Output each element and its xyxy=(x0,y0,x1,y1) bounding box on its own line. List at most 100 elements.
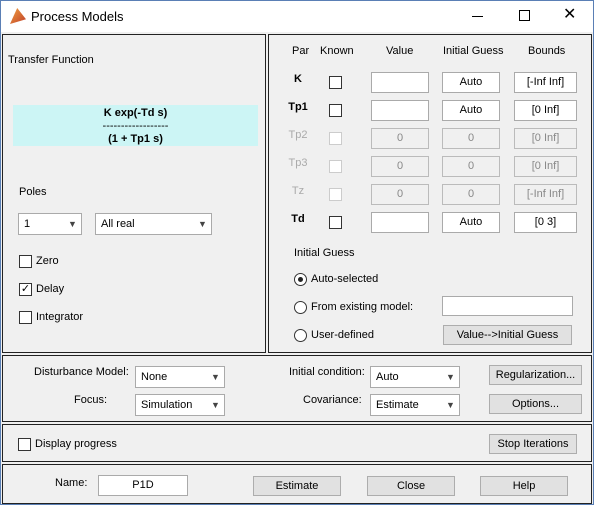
model-name-input[interactable]: P1D xyxy=(98,475,188,496)
auto-selected-label: Auto-selected xyxy=(311,273,379,285)
from-existing-model-radio[interactable] xyxy=(294,301,307,314)
param-bounds-input: [0 Inf] xyxy=(514,156,577,177)
from-existing-model-label: From existing model: xyxy=(311,301,414,313)
transfer-function-heading: Transfer Function xyxy=(8,54,94,66)
param-name: Tz xyxy=(291,185,305,197)
value-to-initial-guess-button[interactable]: Value-->Initial Guess xyxy=(443,325,572,345)
param-known-checkbox xyxy=(329,188,342,201)
display-progress-label: Display progress xyxy=(35,438,117,450)
poles-type-value: All real xyxy=(101,218,135,230)
param-known-checkbox[interactable] xyxy=(329,104,342,117)
process-models-window: Process Models ✕ Transfer Function K exp… xyxy=(0,0,594,505)
param-initial-guess-input[interactable]: Auto xyxy=(442,212,500,233)
user-defined-label: User-defined xyxy=(311,329,374,341)
param-bounds-input: [0 Inf] xyxy=(514,128,577,149)
transfer-function-display: K exp(-Td s) ------------------ (1 + Tp1… xyxy=(13,105,258,146)
progress-panel: Display progress Stop Iterations xyxy=(2,424,592,462)
integrator-label: Integrator xyxy=(36,311,84,323)
poles-count-select[interactable]: 1 ▼ xyxy=(18,213,82,235)
covariance-label: Covariance: xyxy=(303,394,362,406)
param-known-checkbox xyxy=(329,132,342,145)
poles-type-select[interactable]: All real ▼ xyxy=(95,213,212,235)
param-value-input: 0 xyxy=(371,184,429,205)
param-initial-guess-input[interactable]: Auto xyxy=(442,100,500,121)
chevron-down-icon: ▼ xyxy=(211,372,220,382)
header-initial-guess: Initial Guess xyxy=(443,45,504,57)
covariance-value: Estimate xyxy=(376,399,419,411)
param-name: Tp3 xyxy=(288,157,308,169)
estimate-button[interactable]: Estimate xyxy=(253,476,341,496)
covariance-select[interactable]: Estimate ▼ xyxy=(370,394,460,416)
user-defined-radio[interactable] xyxy=(294,329,307,342)
title-bar: Process Models ✕ xyxy=(1,1,593,32)
poles-label: Poles xyxy=(19,186,47,198)
close-icon[interactable]: ✕ xyxy=(563,4,576,24)
param-known-checkbox xyxy=(329,160,342,173)
chevron-down-icon: ▼ xyxy=(68,219,77,229)
existing-model-input[interactable] xyxy=(442,296,573,316)
disturbance-model-label: Disturbance Model: xyxy=(34,366,129,378)
param-initial-guess-input[interactable]: Auto xyxy=(442,72,500,93)
header-value: Value xyxy=(386,45,414,57)
param-value-input[interactable] xyxy=(371,100,429,121)
param-initial-guess-input: 0 xyxy=(442,184,500,205)
zero-checkbox[interactable] xyxy=(19,255,32,268)
name-label: Name: xyxy=(55,477,88,489)
chevron-down-icon: ▼ xyxy=(198,219,207,229)
minimize-icon[interactable] xyxy=(472,16,483,17)
header-bounds: Bounds xyxy=(528,45,566,57)
settings-panel: Disturbance Model: None ▼ Focus: Simulati… xyxy=(2,355,592,422)
zero-label: Zero xyxy=(36,255,59,267)
auto-selected-radio[interactable] xyxy=(294,273,307,286)
stop-iterations-button[interactable]: Stop Iterations xyxy=(489,434,577,454)
chevron-down-icon: ▼ xyxy=(211,400,220,410)
param-value-input[interactable] xyxy=(371,72,429,93)
param-known-checkbox[interactable] xyxy=(329,216,342,229)
focus-value: Simulation xyxy=(141,399,193,411)
divider: ------------------ xyxy=(102,120,169,132)
chevron-down-icon: ▼ xyxy=(446,372,455,382)
param-name: K xyxy=(294,73,302,85)
param-value-input: 0 xyxy=(371,128,429,149)
structure-panel: Transfer Function K exp(-Td s) ---------… xyxy=(2,34,266,353)
denominator: (1 + Tp1 s) xyxy=(108,133,163,145)
delay-label: Delay xyxy=(36,283,65,295)
param-bounds-input[interactable]: [0 3] xyxy=(514,212,577,233)
focus-label: Focus: xyxy=(74,394,108,406)
param-bounds-input: [-Inf Inf] xyxy=(514,184,577,205)
footer-panel: Name: P1D Estimate Close Help xyxy=(2,464,592,504)
initial-condition-label: Initial condition: xyxy=(289,366,365,378)
help-button[interactable]: Help xyxy=(480,476,568,496)
focus-select[interactable]: Simulation ▼ xyxy=(135,394,225,416)
maximize-icon[interactable] xyxy=(519,10,530,21)
chevron-down-icon: ▼ xyxy=(446,400,455,410)
close-button[interactable]: Close xyxy=(367,476,455,496)
initial-guess-heading: Initial Guess xyxy=(294,247,355,259)
param-bounds-input[interactable]: [0 Inf] xyxy=(514,100,577,121)
param-name: Tp1 xyxy=(288,101,308,113)
poles-count-value: 1 xyxy=(24,218,31,230)
disturbance-model-select[interactable]: None ▼ xyxy=(135,366,225,388)
param-bounds-input[interactable]: [-Inf Inf] xyxy=(514,72,577,93)
initial-condition-select[interactable]: Auto ▼ xyxy=(370,366,460,388)
param-value-input[interactable] xyxy=(371,212,429,233)
param-name: Tp2 xyxy=(288,129,308,141)
param-initial-guess-input: 0 xyxy=(442,128,500,149)
window-title: Process Models xyxy=(31,9,124,24)
regularization-button[interactable]: Regularization... xyxy=(489,365,582,385)
header-known: Known xyxy=(320,45,354,57)
integrator-checkbox[interactable] xyxy=(19,311,32,324)
matlab-icon xyxy=(10,8,26,24)
header-par: Par xyxy=(292,45,310,57)
param-initial-guess-input: 0 xyxy=(442,156,500,177)
disturbance-model-value: None xyxy=(141,371,168,383)
initial-condition-value: Auto xyxy=(376,371,399,383)
param-value-input: 0 xyxy=(371,156,429,177)
options-button[interactable]: Options... xyxy=(489,394,582,414)
param-known-checkbox[interactable] xyxy=(329,76,342,89)
numerator: K exp(-Td s) xyxy=(103,107,168,119)
delay-checkbox[interactable]: ✓ xyxy=(19,283,32,296)
param-name: Td xyxy=(291,213,305,225)
parameters-panel: Par Known Value Initial Guess Bounds K A… xyxy=(268,34,592,353)
display-progress-checkbox[interactable] xyxy=(18,438,31,451)
